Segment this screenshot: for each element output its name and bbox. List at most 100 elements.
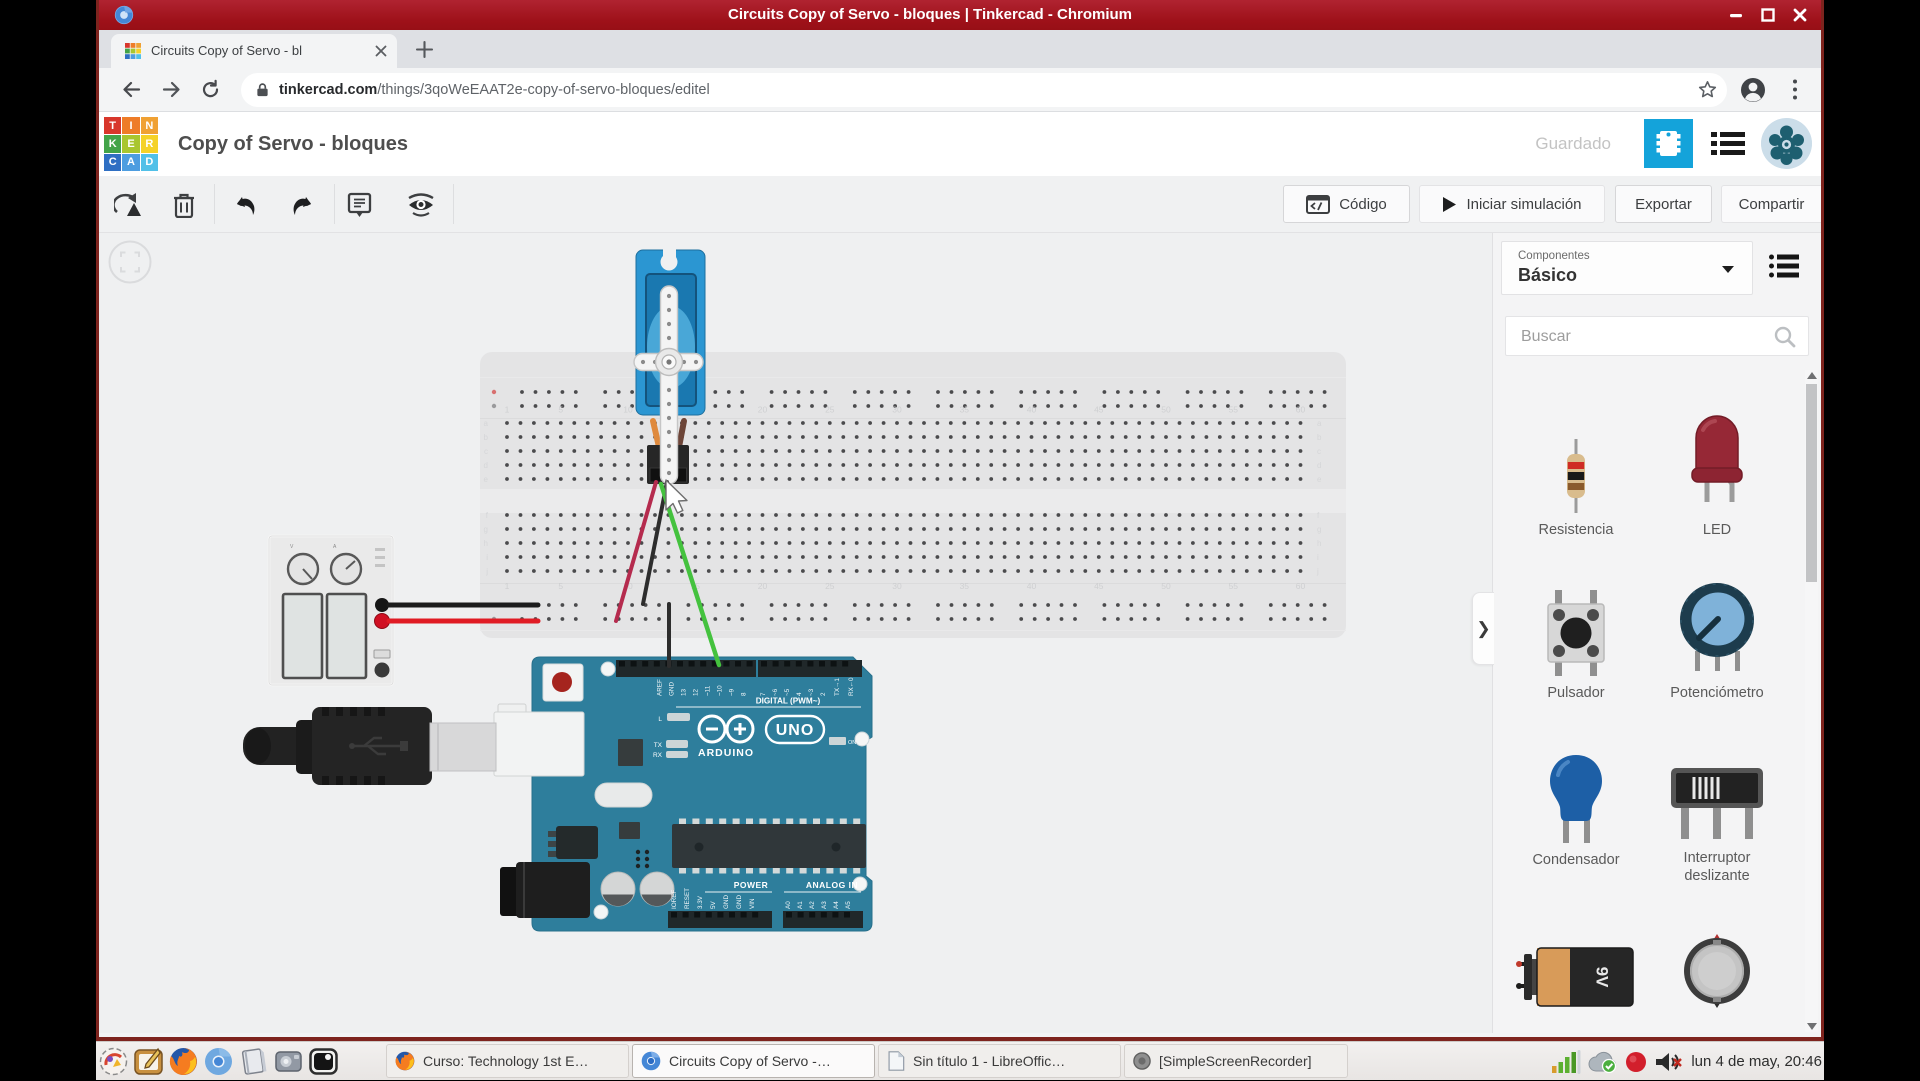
component-pushbutton[interactable]: Pulsador bbox=[1510, 581, 1642, 702]
browser-menu-icon[interactable] bbox=[1793, 79, 1797, 100]
back-icon[interactable] bbox=[121, 79, 142, 100]
component-list-toggle-icon[interactable] bbox=[1769, 254, 1799, 278]
sidebar-scrollbar[interactable] bbox=[1805, 370, 1818, 1032]
tinkercad-logo[interactable]: TINKERCAD bbox=[104, 117, 158, 171]
sidebar-collapse-button[interactable]: ❯ bbox=[1472, 592, 1494, 665]
taskbar-window-title: Circuits Copy of Servo -… bbox=[669, 1053, 831, 1069]
slideswitch-icon bbox=[1671, 768, 1763, 843]
share-button[interactable]: Compartir bbox=[1721, 185, 1821, 223]
power-supply-knob[interactable] bbox=[331, 554, 361, 584]
zoom-to-fit-button[interactable] bbox=[110, 242, 151, 283]
launcher-chromium-icon[interactable] bbox=[203, 1046, 234, 1077]
svg-text:5: 5 bbox=[558, 581, 563, 591]
trash-icon[interactable] bbox=[173, 192, 195, 218]
circuit-canvas[interactable]: 1155101015152020252530303535404045455050… bbox=[99, 233, 1492, 1037]
code-button[interactable]: Código bbox=[1283, 185, 1410, 223]
scroll-up-arrow[interactable] bbox=[1807, 372, 1817, 379]
svg-text:7: 7 bbox=[760, 692, 767, 696]
visibility-eye-icon[interactable] bbox=[407, 192, 435, 218]
browser-tab[interactable]: Circuits Copy of Servo - bl bbox=[111, 34, 397, 68]
launcher-recorder-icon[interactable] bbox=[308, 1046, 339, 1077]
window-title: Circuits Copy of Servo - bloques | Tinke… bbox=[139, 0, 1721, 30]
launcher-screenshot-icon[interactable] bbox=[273, 1046, 304, 1077]
svg-text:60: 60 bbox=[1296, 581, 1306, 591]
taskbar-window-chromium[interactable]: Circuits Copy of Servo -… bbox=[632, 1044, 875, 1078]
power-supply-button[interactable] bbox=[375, 663, 390, 678]
start-simulation-button[interactable]: Iniciar simulación bbox=[1419, 185, 1605, 223]
address-bar[interactable]: tinkercad.com/things/3qoWeEAAT2e-copy-of… bbox=[241, 73, 1727, 107]
taskbar-window-recorder[interactable]: [SimpleScreenRecorder] bbox=[1124, 1044, 1348, 1078]
search-icon bbox=[1774, 326, 1796, 348]
component-label: Resistencia bbox=[1510, 521, 1642, 539]
usb-cable[interactable] bbox=[243, 707, 496, 785]
volume-icon[interactable] bbox=[1654, 1050, 1684, 1074]
new-tab-button[interactable] bbox=[415, 40, 434, 59]
svg-text:8: 8 bbox=[741, 692, 748, 696]
svg-text:A0: A0 bbox=[785, 901, 792, 909]
arduino-uno[interactable]: DIGITAL (PWM~) AREFGND1312~11~10~987~6~5… bbox=[494, 657, 872, 931]
svg-text:1: 1 bbox=[505, 581, 510, 591]
saved-status: Guardado bbox=[1535, 112, 1611, 176]
component-coin-cell[interactable] bbox=[1651, 933, 1783, 1008]
taskbar-window-firefox[interactable]: Curso: Technology 1st E… bbox=[386, 1044, 629, 1078]
component-potentiometer[interactable]: Potenciómetro bbox=[1651, 581, 1783, 702]
arduino-reset-button[interactable] bbox=[543, 664, 583, 701]
svg-text:5: 5 bbox=[558, 405, 563, 415]
components-category-dropdown[interactable]: Componentes Básico bbox=[1501, 241, 1753, 295]
svg-text:h: h bbox=[1317, 539, 1321, 548]
svg-text:~6: ~6 bbox=[772, 688, 779, 696]
svg-text:AREF: AREF bbox=[657, 679, 664, 696]
tinkercad-header: TINKERCAD Copy of Servo - bloques Guarda… bbox=[99, 112, 1821, 176]
svg-text:TX: TX bbox=[654, 742, 663, 749]
logo-tile: R bbox=[141, 135, 158, 152]
undo-icon[interactable] bbox=[233, 192, 257, 218]
svg-text:b: b bbox=[484, 433, 489, 442]
scrollbar-thumb[interactable] bbox=[1806, 384, 1817, 582]
bookmark-star-icon[interactable] bbox=[1698, 80, 1717, 99]
network-signal-icon[interactable] bbox=[1551, 1050, 1581, 1074]
taskbar-launchers bbox=[98, 1044, 339, 1079]
component-resistor[interactable]: Resistencia bbox=[1510, 408, 1642, 539]
redo-icon[interactable] bbox=[291, 192, 315, 218]
breadboard-view-button[interactable] bbox=[1644, 119, 1693, 168]
launcher-notes-app-icon[interactable] bbox=[133, 1046, 164, 1077]
cloud-sync-icon[interactable] bbox=[1588, 1051, 1618, 1073]
component-search-field[interactable]: Buscar bbox=[1505, 316, 1809, 356]
tab-close-icon[interactable] bbox=[373, 43, 389, 59]
svg-text:45: 45 bbox=[1094, 581, 1104, 591]
svg-text:j: j bbox=[1316, 567, 1319, 576]
svg-text:25: 25 bbox=[825, 581, 835, 591]
svg-text:POWER: POWER bbox=[734, 880, 769, 890]
component-slideswitch[interactable]: Interruptor deslizante bbox=[1651, 753, 1783, 885]
component-battery-9v[interactable]: 9V bbox=[1510, 933, 1642, 1008]
svg-text:A3: A3 bbox=[821, 901, 828, 909]
maximize-button[interactable] bbox=[1761, 8, 1775, 22]
list-view-icon[interactable] bbox=[1711, 131, 1745, 156]
breadboard[interactable]: 1155101015152020252530303535404045455050… bbox=[480, 352, 1346, 638]
profile-avatar-icon[interactable] bbox=[1740, 77, 1766, 103]
component-capacitor[interactable]: Condensador bbox=[1510, 753, 1642, 869]
reload-icon[interactable] bbox=[200, 79, 221, 100]
launcher-firefox-icon[interactable] bbox=[168, 1046, 199, 1077]
user-avatar[interactable] bbox=[1761, 118, 1812, 169]
forward-icon[interactable] bbox=[161, 79, 182, 100]
launcher-drawing-app-icon[interactable] bbox=[98, 1046, 129, 1077]
power-supply-knob[interactable] bbox=[288, 554, 318, 584]
scroll-down-arrow[interactable] bbox=[1807, 1023, 1817, 1030]
power-supply[interactable]: V A bbox=[269, 536, 393, 685]
logo-tile: E bbox=[122, 135, 139, 152]
svg-text:A4: A4 bbox=[833, 901, 840, 909]
recording-indicator-icon[interactable] bbox=[1625, 1051, 1647, 1073]
logo-tile: C bbox=[104, 154, 121, 171]
minimize-button[interactable] bbox=[1729, 8, 1743, 22]
export-button[interactable]: Exportar bbox=[1615, 185, 1712, 223]
component-led[interactable]: LED bbox=[1651, 408, 1783, 539]
launcher-journal-icon[interactable] bbox=[238, 1046, 269, 1077]
svg-text:b: b bbox=[1317, 433, 1322, 442]
svg-text:60: 60 bbox=[1296, 405, 1306, 415]
rotate-icon[interactable] bbox=[114, 192, 144, 218]
close-button[interactable] bbox=[1793, 8, 1807, 22]
svg-text:A1: A1 bbox=[797, 901, 804, 909]
notes-icon[interactable] bbox=[347, 192, 372, 218]
taskbar-window-libreoffice[interactable]: Sin título 1 - LibreOffic… bbox=[878, 1044, 1121, 1078]
